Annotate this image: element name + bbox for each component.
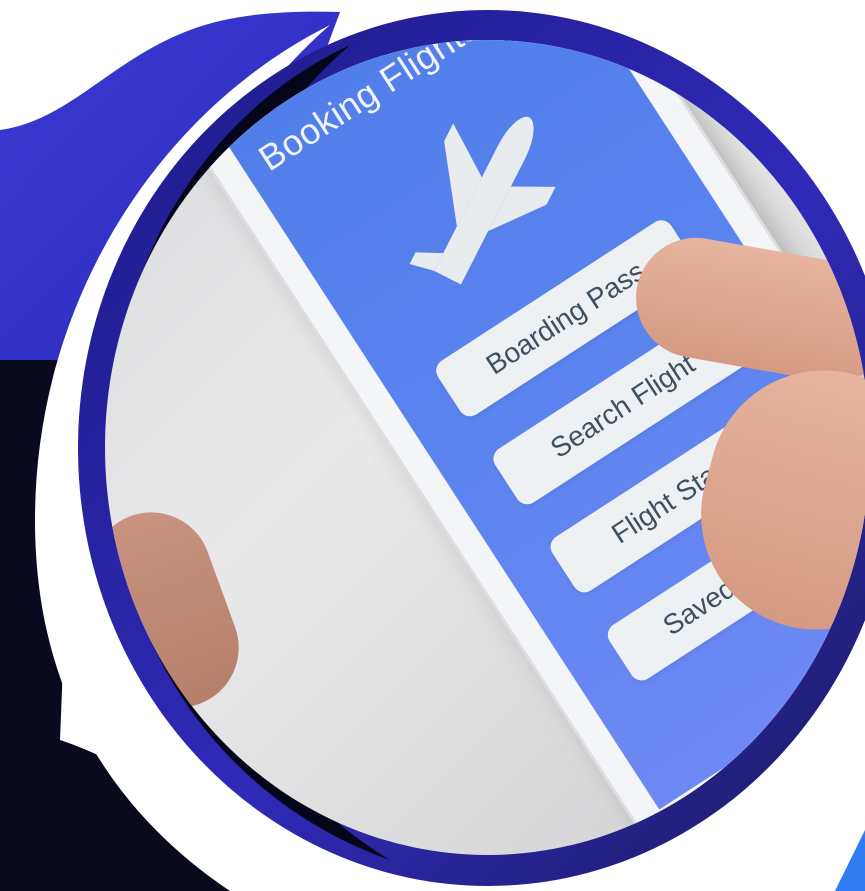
photo-circle: Booking Flights Boarding Pass Search Fli… bbox=[105, 40, 865, 855]
airplane-icon bbox=[409, 116, 556, 285]
promo-graphic: Booking Flights Boarding Pass Search Fli… bbox=[0, 0, 865, 891]
